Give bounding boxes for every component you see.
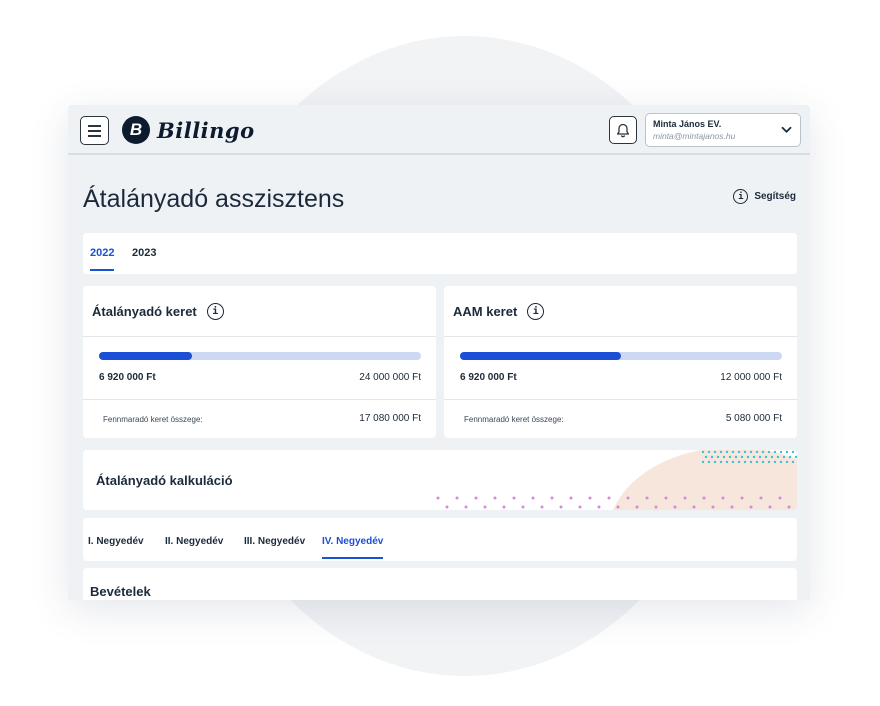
total-limit: 12 000 000 Ft — [720, 372, 782, 383]
total-limit: 24 000 000 Ft — [359, 372, 421, 383]
remaining-amount: 5 080 000 Ft — [725, 413, 782, 424]
remaining-label: Fennmaradó keret összege: — [103, 415, 203, 424]
quarter-tabs: I. Negyedév II. Negyedév III. Negyedév I… — [83, 518, 797, 561]
app-window: B Billingo Minta János EV. minta@mintaja… — [68, 105, 810, 600]
flat-tax-limit-card: Átalányadó keret i 6 920 000 Ft 24 000 0… — [83, 286, 436, 438]
help-label: Segítség — [754, 191, 796, 202]
limit-progress-bar — [99, 352, 421, 360]
remaining-amount: 17 080 000 Ft — [359, 413, 421, 424]
logo-badge: B — [122, 116, 150, 144]
remaining-label: Fennmaradó keret összege: — [464, 415, 564, 424]
info-icon: i — [733, 189, 749, 204]
year-tabs: 2022 2023 — [83, 233, 797, 274]
divider — [83, 336, 436, 337]
page-title: Átalányadó asszisztens — [83, 185, 345, 213]
hamburger-menu-icon[interactable] — [80, 116, 109, 145]
tab-q1[interactable]: I. Negyedév — [88, 536, 144, 557]
user-name: Minta János EV. — [653, 119, 722, 129]
tab-q3[interactable]: III. Negyedév — [244, 536, 305, 557]
bell-icon[interactable] — [609, 116, 637, 144]
user-email: minta@mintajanos.hu — [653, 131, 736, 141]
card-title: Átalányadó keret — [92, 304, 197, 319]
used-amount: 6 920 000 Ft — [460, 372, 517, 383]
divider — [83, 399, 436, 400]
tab-2022[interactable]: 2022 — [90, 247, 115, 271]
divider — [444, 399, 797, 400]
info-icon[interactable]: i — [206, 303, 224, 320]
used-amount: 6 920 000 Ft — [99, 372, 156, 383]
user-account-dropdown[interactable]: Minta János EV. minta@mintajanos.hu — [645, 113, 801, 147]
billingo-logo[interactable]: B Billingo — [122, 114, 255, 146]
vat-exempt-limit-card: AAM keret i 6 920 000 Ft 12 000 000 Ft F… — [444, 286, 797, 438]
progress-fill — [460, 352, 621, 360]
chevron-down-icon — [781, 126, 792, 133]
card-title: AAM keret — [453, 304, 518, 319]
top-bar: B Billingo Minta János EV. minta@mintaja… — [68, 105, 810, 155]
info-icon[interactable]: i — [527, 303, 545, 320]
calculation-title: Átalányadó kalkuláció — [96, 473, 233, 488]
tab-q4[interactable]: IV. Negyedév — [322, 536, 384, 559]
progress-fill — [99, 352, 192, 360]
limit-progress-bar — [460, 352, 782, 360]
revenue-section: Bevételek — [83, 568, 797, 600]
tab-2023[interactable]: 2023 — [132, 247, 156, 269]
calculation-header: Átalányadó kalkuláció — [83, 450, 797, 510]
logo-text: Billingo — [157, 117, 255, 143]
divider — [444, 336, 797, 337]
tab-q2[interactable]: II. Negyedév — [165, 536, 223, 557]
help-link[interactable]: i Segítség — [733, 189, 796, 204]
revenue-title: Bevételek — [90, 584, 151, 599]
